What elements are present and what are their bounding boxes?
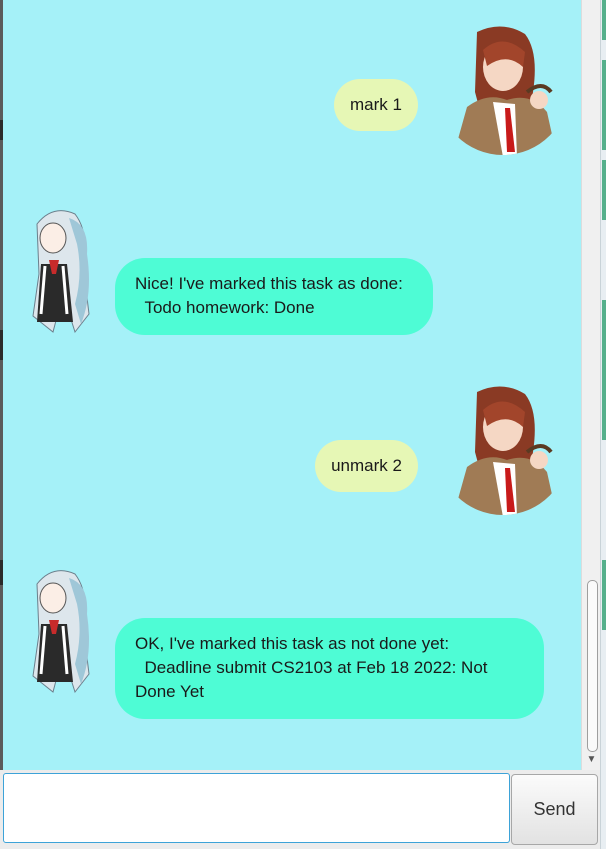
bot-avatar-icon [32,570,90,694]
scrollbar-thumb[interactable] [587,580,598,752]
user-message-bubble: mark 1 [334,79,418,131]
user-avatar-icon [453,26,557,155]
bot-message-bubble: Nice! I've marked this task as done: Tod… [115,258,433,335]
user-avatar-icon [453,386,557,515]
send-button[interactable]: Send [511,774,598,845]
bot-message-bubble: OK, I've marked this task as not done ye… [115,618,544,719]
user-message-bubble: unmark 2 [315,440,418,492]
chat-scroll-pane[interactable]: mark 1 Nice! I've marked this task as do… [3,0,581,770]
input-bar: Send [0,770,600,849]
scroll-down-arrow-icon[interactable]: ▼ [586,754,597,765]
dialog-row-bot: OK, I've marked this task as not done ye… [3,540,581,740]
dialog-row-user: unmark 2 [3,360,581,530]
background-window-edge [600,0,606,849]
dialog-row-bot: Nice! I've marked this task as done: Tod… [3,180,581,350]
bot-avatar-icon [32,210,90,334]
dialog-row-user: mark 1 [3,0,581,170]
message-input[interactable] [3,773,510,843]
vertical-scrollbar[interactable]: ▼ [581,0,601,770]
